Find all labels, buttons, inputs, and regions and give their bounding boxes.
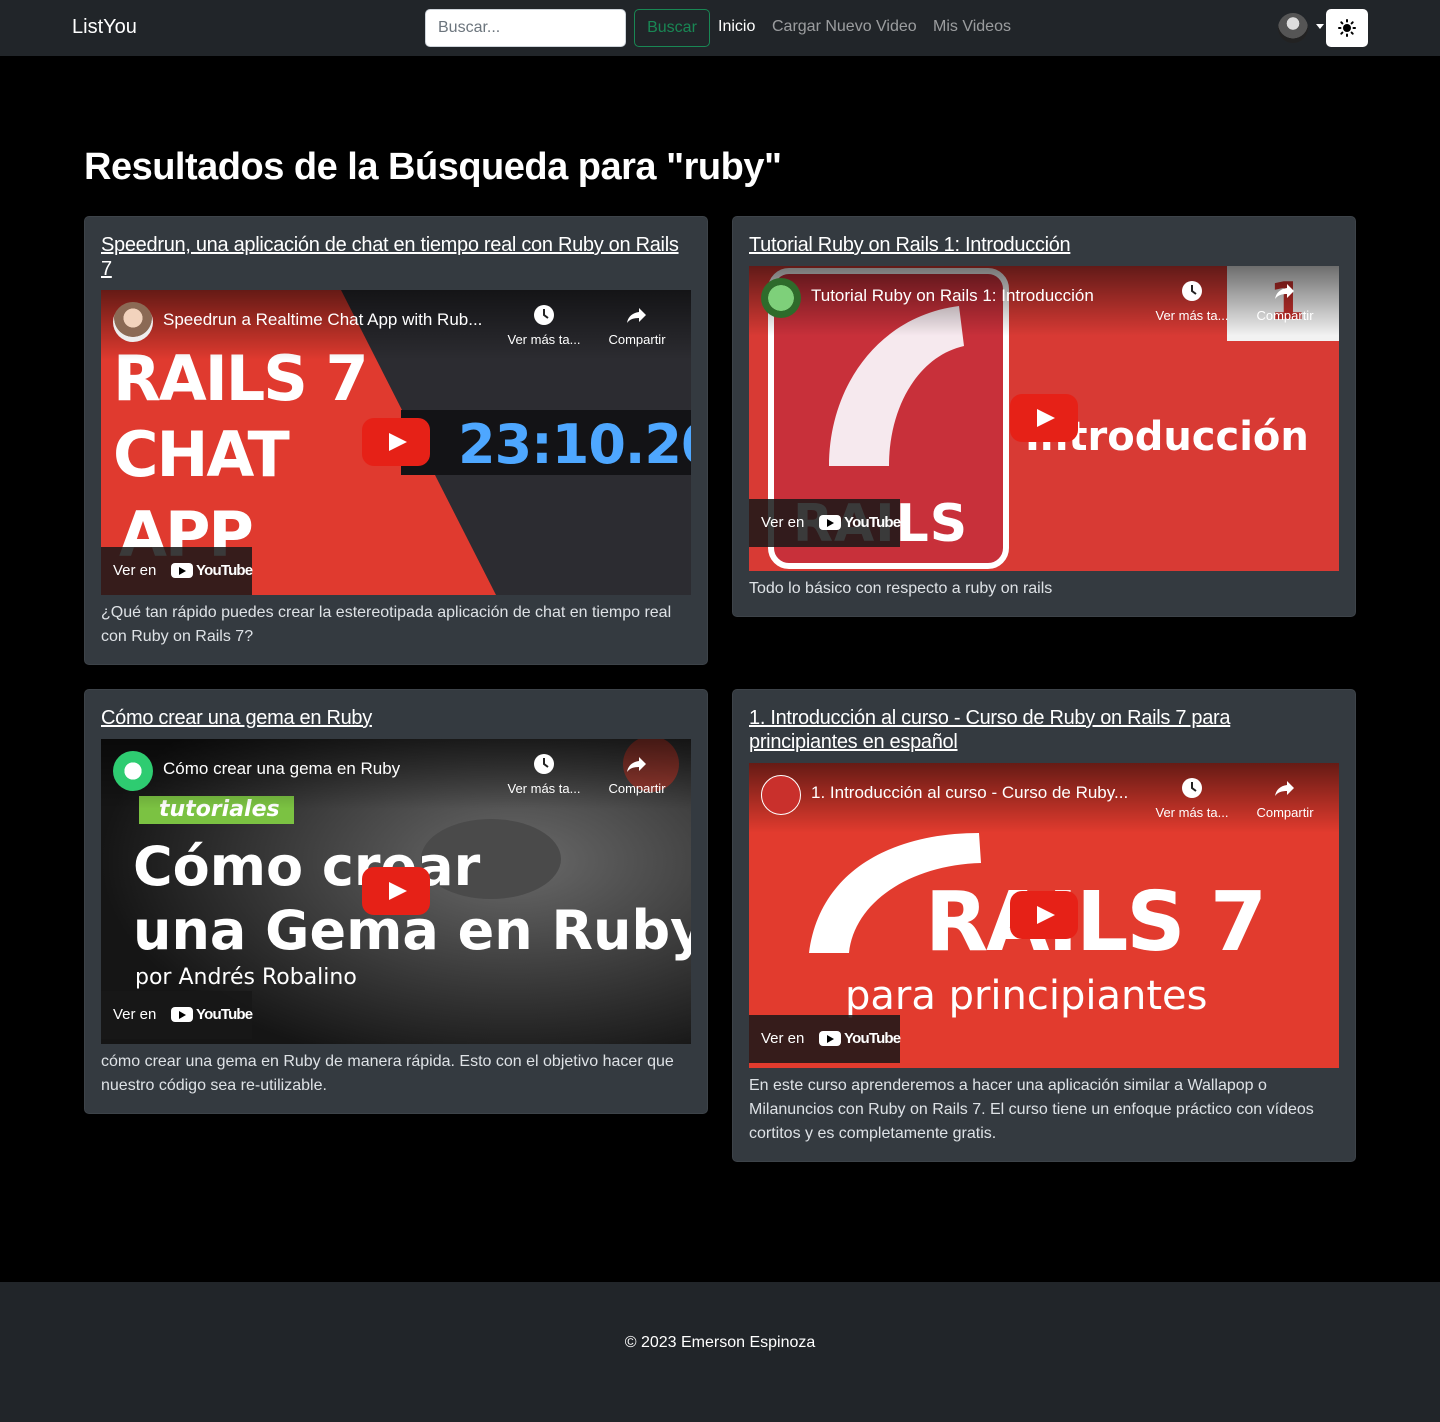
embed-title[interactable]: Tutorial Ruby on Rails 1: Introducción — [811, 286, 1094, 306]
watch-on-label: Ver en — [113, 1006, 157, 1023]
video-description: En este curso aprenderemos a hacer una a… — [749, 1077, 1314, 1142]
video-title-link[interactable]: Speedrun, una aplicación de chat en tiem… — [101, 233, 691, 281]
embed-title[interactable]: 1. Introducción al curso - Curso de Ruby… — [811, 783, 1128, 803]
watch-later-label: Ver más ta... — [1155, 805, 1229, 820]
watch-later-button[interactable]: Ver más ta... — [1152, 777, 1232, 820]
youtube-wordmark: YouTube — [196, 1006, 253, 1023]
play-button[interactable] — [1010, 891, 1078, 939]
watch-on-label: Ver en — [761, 514, 805, 531]
video-description: ¿Qué tan rápido puedes crear la estereot… — [101, 604, 672, 645]
share-button[interactable]: Compartir — [1245, 280, 1325, 323]
play-button[interactable] — [1010, 394, 1078, 442]
theme-toggle-button[interactable] — [1326, 9, 1368, 47]
watch-on-youtube-button[interactable]: Ver en YouTube — [749, 1015, 901, 1063]
search-button[interactable]: Buscar — [634, 9, 710, 47]
watch-later-button[interactable]: Ver más ta... — [1152, 280, 1232, 323]
video-embed[interactable]: RAILS 7 para principiantes 1. Introducci… — [749, 763, 1339, 1068]
embed-title[interactable]: Speedrun a Realtime Chat App with Rub... — [163, 310, 482, 330]
thumbnail-timer: 23:10.20 — [458, 413, 691, 476]
nav-link-inicio[interactable]: Inicio — [718, 18, 755, 36]
clock-icon — [1182, 778, 1202, 798]
watch-on-youtube-button[interactable]: Ver en YouTube — [101, 991, 253, 1039]
youtube-logo-icon — [171, 1007, 193, 1022]
video-card: Speedrun, una aplicación de chat en tiem… — [84, 216, 708, 665]
share-label: Compartir — [608, 332, 666, 347]
watch-on-youtube-button[interactable]: Ver en YouTube — [749, 499, 901, 547]
video-embed[interactable]: RAILS Introducción 1 Tutorial Ruby on Ra… — [749, 266, 1339, 571]
youtube-logo-icon — [171, 563, 193, 578]
clock-icon — [534, 754, 554, 774]
watch-later-label: Ver más ta... — [507, 332, 581, 347]
watch-later-button[interactable]: Ver más ta... — [504, 753, 584, 796]
youtube-wordmark: YouTube — [844, 514, 901, 531]
share-icon — [1275, 781, 1294, 796]
video-card: Cómo crear una gema en Ruby tutoriales C… — [84, 689, 708, 1114]
play-button[interactable] — [362, 867, 430, 915]
video-card: 1. Introducción al curso - Curso de Ruby… — [732, 689, 1356, 1162]
share-icon — [627, 308, 646, 323]
share-icon — [1275, 284, 1294, 299]
youtube-wordmark: YouTube — [844, 1030, 901, 1047]
sun-icon — [1338, 19, 1356, 37]
channel-avatar[interactable] — [113, 302, 153, 342]
video-description: Todo lo básico con respecto a ruby on ra… — [749, 580, 1053, 597]
nav-link-cargar-video[interactable]: Cargar Nuevo Video — [772, 18, 917, 36]
thumbnail-text: para principiantes — [845, 973, 1208, 1019]
share-label: Compartir — [608, 781, 666, 796]
brand-link[interactable]: ListYou — [72, 16, 137, 39]
share-button[interactable]: Compartir — [597, 753, 677, 796]
navbar: ListYou Buscar Inicio Cargar Nuevo Video… — [0, 0, 1440, 56]
video-embed[interactable]: RAILS 7 CHAT APP 23:10.20 Speedrun a Rea… — [101, 290, 691, 595]
share-button[interactable]: Compartir — [1245, 777, 1325, 820]
user-avatar[interactable] — [1278, 13, 1308, 43]
thumbnail-text: CHAT — [113, 418, 290, 491]
share-label: Compartir — [1256, 308, 1314, 323]
watch-on-label: Ver en — [113, 562, 157, 579]
footer: © 2023 Emerson Espinoza — [0, 1282, 1440, 1422]
video-title-link[interactable]: Cómo crear una gema en Ruby — [101, 706, 691, 730]
share-button[interactable]: Compartir — [597, 304, 677, 347]
thumbnail-text: por Andrés Robalino — [135, 965, 357, 990]
video-description: cómo crear una gema en Ruby de manera rá… — [101, 1053, 674, 1094]
share-label: Compartir — [1256, 805, 1314, 820]
watch-later-button[interactable]: Ver más ta... — [504, 304, 584, 347]
share-icon — [627, 757, 646, 772]
video-embed[interactable]: tutoriales Cómo crear una Gema en Ruby p… — [101, 739, 691, 1044]
video-card: Tutorial Ruby on Rails 1: Introducción R… — [732, 216, 1356, 617]
copyright-text: © 2023 Emerson Espinoza — [624, 1334, 816, 1351]
channel-avatar[interactable] — [761, 775, 801, 815]
embed-title[interactable]: Cómo crear una gema en Ruby — [163, 759, 400, 779]
channel-avatar[interactable] — [761, 278, 801, 318]
chevron-down-icon[interactable] — [1316, 24, 1324, 29]
channel-avatar[interactable] — [113, 751, 153, 791]
video-title-link[interactable]: Tutorial Ruby on Rails 1: Introducción — [749, 233, 1339, 257]
youtube-logo-icon — [819, 515, 841, 530]
watch-later-label: Ver más ta... — [1155, 308, 1229, 323]
thumbnail-text: RAILS 7 — [925, 875, 1267, 970]
watch-on-youtube-button[interactable]: Ver en YouTube — [101, 547, 253, 595]
watch-later-label: Ver más ta... — [507, 781, 581, 796]
nav-link-mis-videos[interactable]: Mis Videos — [933, 18, 1011, 36]
youtube-logo-icon — [819, 1031, 841, 1046]
video-title-link[interactable]: 1. Introducción al curso - Curso de Ruby… — [749, 706, 1339, 754]
watch-on-label: Ver en — [761, 1030, 805, 1047]
play-button[interactable] — [362, 418, 430, 466]
page-title: Resultados de la Búsqueda para "ruby" — [84, 146, 782, 188]
search-input[interactable] — [425, 9, 626, 47]
clock-icon — [534, 305, 554, 325]
clock-icon — [1182, 281, 1202, 301]
youtube-wordmark: YouTube — [196, 562, 253, 579]
